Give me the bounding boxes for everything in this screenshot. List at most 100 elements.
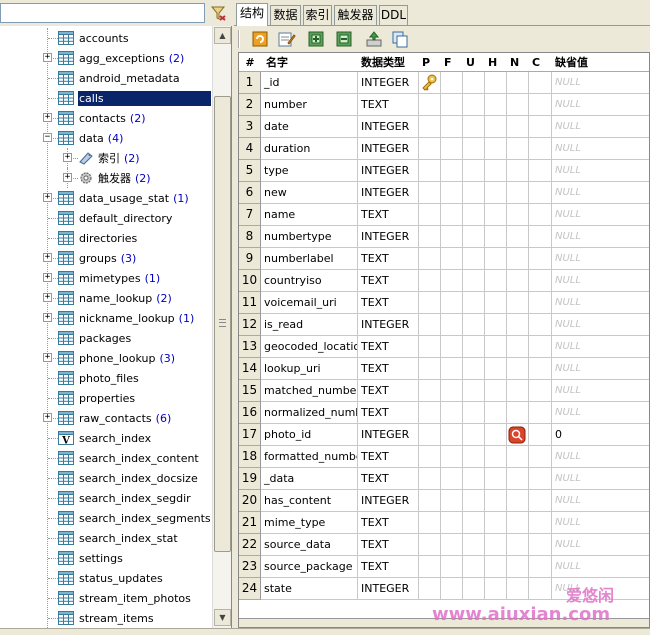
cell-n[interactable] — [507, 402, 529, 424]
cell-c[interactable] — [529, 204, 552, 226]
header-type[interactable]: 数据类型 — [358, 53, 416, 72]
cell-name[interactable]: number — [261, 94, 358, 116]
cell-f[interactable] — [441, 402, 463, 424]
tree-filter-input[interactable] — [0, 3, 205, 23]
cell-p[interactable] — [419, 226, 441, 248]
cell-name[interactable]: is_read — [261, 314, 358, 336]
cell-n[interactable] — [507, 446, 529, 468]
header-n[interactable]: N — [507, 53, 529, 72]
tree-item-stream_items[interactable]: stream_items — [0, 608, 212, 628]
table-row[interactable]: 12 is_read INTEGER NULL — [239, 314, 649, 336]
tree-item-calls[interactable]: calls — [0, 88, 212, 108]
tree-item-search_index_segdir[interactable]: search_index_segdir — [0, 488, 212, 508]
cell-default[interactable]: NULL — [552, 556, 649, 578]
cell-c[interactable] — [529, 380, 552, 402]
cell-u[interactable] — [463, 336, 485, 358]
tree-item-agg_exceptions[interactable]: + agg_exceptions (2) — [0, 48, 212, 68]
cell-c[interactable] — [529, 72, 552, 94]
table-row[interactable]: 18 formatted_number TEXT NULL — [239, 446, 649, 468]
cell-c[interactable] — [529, 292, 552, 314]
cell-n[interactable] — [507, 182, 529, 204]
table-row[interactable]: 8 numbertype INTEGER NULL — [239, 226, 649, 248]
tree-item-packages[interactable]: packages — [0, 328, 212, 348]
table-row[interactable]: 1 _id INTEGER NULL — [239, 72, 649, 94]
cell-u[interactable] — [463, 534, 485, 556]
cell-p[interactable] — [419, 578, 441, 600]
cell-n[interactable] — [507, 116, 529, 138]
tree-item-mimetypes[interactable]: + mimetypes (1) — [0, 268, 212, 288]
cell-p[interactable] — [419, 292, 441, 314]
cell-c[interactable] — [529, 270, 552, 292]
cell-h[interactable] — [485, 182, 507, 204]
cell-u[interactable] — [463, 72, 485, 94]
cell-n[interactable] — [507, 512, 529, 534]
cell-n[interactable] — [507, 314, 529, 336]
cell-f[interactable] — [441, 468, 463, 490]
header-p[interactable]: P — [419, 53, 441, 72]
table-row[interactable]: 17 photo_id INTEGER 0 — [239, 424, 649, 446]
cell-n[interactable] — [507, 534, 529, 556]
cell-u[interactable] — [463, 446, 485, 468]
cell-p[interactable] — [419, 204, 441, 226]
cell-n[interactable] — [507, 490, 529, 512]
tab-1[interactable]: 数据 — [270, 5, 301, 25]
expand-toggle-icon[interactable]: + — [43, 313, 52, 322]
cell-h[interactable] — [485, 534, 507, 556]
table-row[interactable]: 5 type INTEGER NULL — [239, 160, 649, 182]
expand-toggle-icon[interactable]: − — [43, 133, 52, 142]
cell-name[interactable]: date — [261, 116, 358, 138]
table-row[interactable]: 21 mime_type TEXT NULL — [239, 512, 649, 534]
cell-n[interactable] — [507, 292, 529, 314]
cell-c[interactable] — [529, 248, 552, 270]
cell-h[interactable] — [485, 94, 507, 116]
cell-n[interactable] — [507, 380, 529, 402]
cell-type[interactable]: INTEGER — [358, 182, 419, 204]
add-column-icon[interactable] — [306, 29, 326, 49]
cell-c[interactable] — [529, 556, 552, 578]
table-row[interactable]: 16normalized_numberTEXT NULL — [239, 402, 649, 424]
cell-type[interactable]: TEXT — [358, 468, 419, 490]
cell-h[interactable] — [485, 446, 507, 468]
cell-c[interactable] — [529, 534, 552, 556]
cell-type[interactable]: TEXT — [358, 292, 419, 314]
cell-n[interactable] — [507, 160, 529, 182]
cell-type[interactable]: TEXT — [358, 380, 419, 402]
table-row[interactable]: 22 source_data TEXT NULL — [239, 534, 649, 556]
tree-item-search_index_stat[interactable]: search_index_stat — [0, 528, 212, 548]
cell-n[interactable] — [507, 424, 529, 446]
cell-type[interactable]: TEXT — [358, 358, 419, 380]
tree-item-directories[interactable]: directories — [0, 228, 212, 248]
table-row[interactable]: 3 date INTEGER NULL — [239, 116, 649, 138]
tree-item-data_usage_stat[interactable]: + data_usage_stat (1) — [0, 188, 212, 208]
cell-n[interactable] — [507, 72, 529, 94]
cell-default[interactable]: NULL — [552, 336, 649, 358]
cell-n[interactable] — [507, 578, 529, 600]
cell-default[interactable]: NULL — [552, 182, 649, 204]
cell-c[interactable] — [529, 182, 552, 204]
cell-c[interactable] — [529, 226, 552, 248]
cell-f[interactable] — [441, 292, 463, 314]
copy-icon[interactable] — [390, 29, 410, 49]
tree-item-nickname_lookup[interactable]: + nickname_lookup (1) — [0, 308, 212, 328]
cell-h[interactable] — [485, 292, 507, 314]
table-row[interactable]: 23 source_package TEXT NULL — [239, 556, 649, 578]
tab-2[interactable]: 索引 — [303, 5, 332, 25]
cell-c[interactable] — [529, 402, 552, 424]
cell-name[interactable]: name — [261, 204, 358, 226]
cell-p[interactable] — [419, 424, 441, 446]
cell-n[interactable] — [507, 270, 529, 292]
cell-p[interactable] — [419, 556, 441, 578]
cell-name[interactable]: formatted_number — [261, 446, 358, 468]
cell-p[interactable] — [419, 534, 441, 556]
tree-item-default_directory[interactable]: default_directory — [0, 208, 212, 228]
table-row[interactable]: 20 has_content INTEGER NULL — [239, 490, 649, 512]
cell-c[interactable] — [529, 358, 552, 380]
header-u[interactable]: U — [463, 53, 485, 72]
table-row[interactable]: 7 name TEXT NULL — [239, 204, 649, 226]
table-row[interactable]: 9 numberlabel TEXT NULL — [239, 248, 649, 270]
cell-n[interactable] — [507, 94, 529, 116]
table-row[interactable]: 4 duration INTEGER NULL — [239, 138, 649, 160]
header-c[interactable]: C — [529, 53, 551, 72]
cell-h[interactable] — [485, 116, 507, 138]
header-name[interactable]: 名字 — [261, 53, 358, 72]
